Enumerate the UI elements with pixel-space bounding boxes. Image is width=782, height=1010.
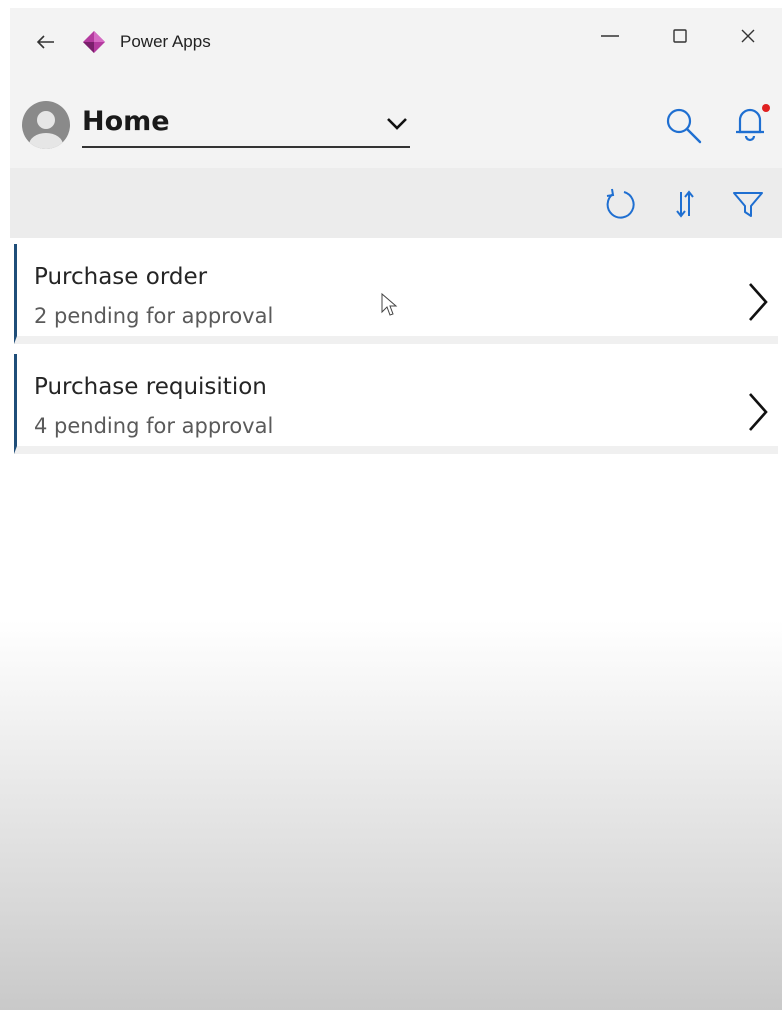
sort-icon: [676, 190, 694, 218]
list-item-title: Purchase requisition: [34, 374, 267, 400]
refresh-icon: [606, 188, 635, 219]
sort-button[interactable]: [665, 184, 705, 224]
list-item-subtitle: 4 pending for approval: [34, 414, 274, 438]
list-item-subtitle: 2 pending for approval: [34, 304, 274, 328]
back-button[interactable]: [34, 30, 58, 54]
chevron-right-icon: [749, 393, 768, 431]
app-title: Power Apps: [120, 32, 211, 51]
app-window: Power Apps Home Purchase order 2 pending…: [10, 8, 782, 1010]
maximize-icon: [673, 29, 687, 43]
filter-icon: [733, 192, 763, 217]
chevron-right-icon: [749, 283, 768, 321]
minimize-icon: [601, 35, 619, 37]
close-icon: [741, 29, 755, 43]
filter-button[interactable]: [728, 184, 768, 224]
list-item-title: Purchase order: [34, 264, 208, 290]
user-avatar-icon: [22, 101, 70, 149]
notifications-button[interactable]: [726, 98, 774, 148]
search-button[interactable]: [662, 104, 706, 148]
list-item[interactable]: Purchase requisition 4 pending for appro…: [14, 354, 778, 454]
minimize-button[interactable]: [592, 18, 628, 54]
bell-icon: [736, 104, 770, 142]
avatar[interactable]: [22, 101, 70, 149]
toolbar: [10, 168, 782, 238]
power-apps-logo: [80, 28, 108, 56]
app-header: Home: [10, 76, 782, 168]
close-button[interactable]: [730, 18, 766, 54]
chevron-down-icon: [387, 118, 407, 130]
page-select-dropdown[interactable]: Home: [82, 98, 410, 148]
title-bar: Power Apps: [10, 8, 782, 76]
arrow-left-icon: [36, 35, 54, 49]
maximize-button[interactable]: [662, 18, 698, 54]
search-icon: [666, 108, 702, 144]
refresh-button[interactable]: [600, 184, 640, 224]
page-select-value: Home: [82, 106, 170, 137]
mouse-cursor-icon: [381, 292, 398, 316]
